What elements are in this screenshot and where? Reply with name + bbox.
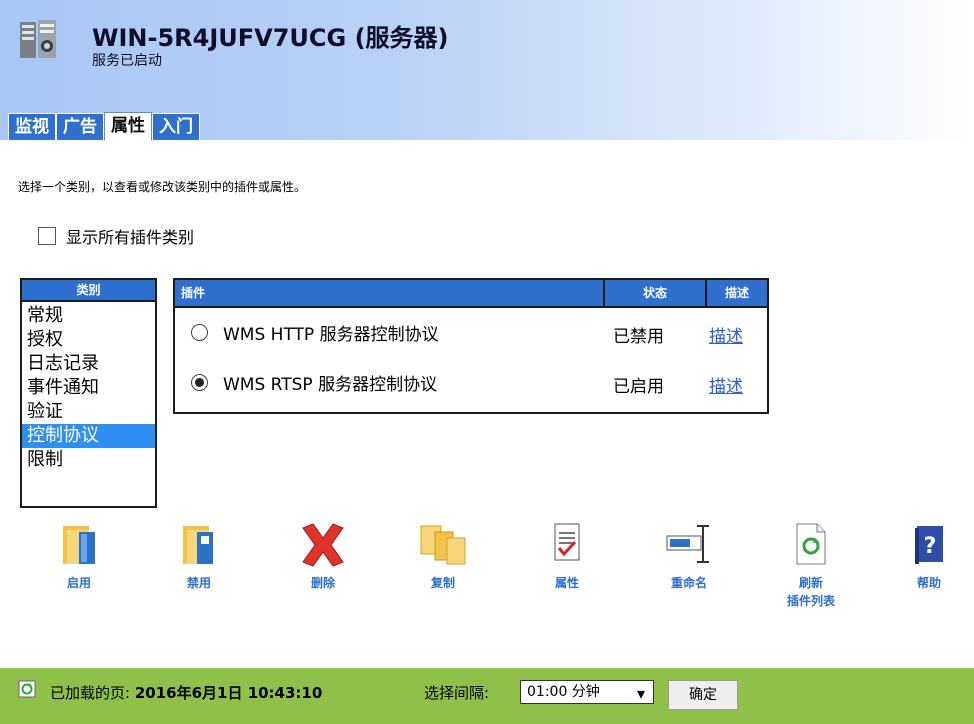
tab-properties[interactable]: 属性 <box>104 112 152 141</box>
rename-icon <box>666 525 709 563</box>
server-status: 服务已启动 <box>92 53 162 69</box>
refresh-icon <box>796 523 826 565</box>
disable-button[interactable]: 禁用 <box>154 522 244 592</box>
column-description: 描述 <box>724 286 749 300</box>
delete-label: 删除 <box>310 576 335 590</box>
plugin-status: 已禁用 <box>613 327 664 347</box>
interval-select[interactable]: 01:00 分钟 ▾ <box>520 680 654 704</box>
server-suffix: (服务器) <box>354 24 449 52</box>
category-limits[interactable]: 限制 <box>22 448 155 472</box>
disable-label: 禁用 <box>186 576 211 590</box>
delete-button[interactable]: 删除 <box>278 522 368 592</box>
category-panel: 类别 常规 授权 日志记录 事件通知 验证 控制协议 限制 <box>20 278 157 508</box>
help-icon: ? <box>915 526 943 564</box>
properties-button[interactable]: 属性 <box>522 522 612 592</box>
loaded-time: 2016年6月1日 10:43:10 <box>134 684 323 702</box>
category-control-protocol[interactable]: 控制协议 <box>22 424 155 448</box>
refresh-label-line2: 插件列表 <box>786 594 835 608</box>
category-general[interactable]: 常规 <box>22 304 155 328</box>
properties-label: 属性 <box>554 576 579 590</box>
refresh-plugin-list-button[interactable]: 刷新 插件列表 <box>766 522 856 610</box>
delete-icon <box>302 523 344 567</box>
plugin-table-header: 插件 状态 描述 <box>175 280 767 308</box>
action-toolbar: 启用 禁用 删除 复制 属性 重命名 刷新 插件列表 ? 帮助 <box>0 522 974 622</box>
plugin-status: 已启用 <box>613 377 664 397</box>
copy-label: 复制 <box>430 576 455 590</box>
properties-icon <box>554 523 580 561</box>
chevron-down-icon: ▾ <box>636 684 645 703</box>
rename-button[interactable]: 重命名 <box>644 522 734 592</box>
interval-label: 选择间隔: <box>424 684 490 702</box>
loaded-page-info: 已加载的页: 2016年6月1日 10:43:10 <box>50 682 322 703</box>
column-plugin: 插件 <box>175 280 605 306</box>
table-row[interactable]: WMS HTTP 服务器控制协议 已禁用 描述 <box>175 308 767 358</box>
help-button[interactable]: ? 帮助 <box>884 522 974 592</box>
interval-value: 01:00 分钟 <box>527 684 600 700</box>
enable-label: 启用 <box>66 576 91 590</box>
copy-icon <box>420 525 466 565</box>
plugin-name: WMS RTSP 服务器控制协议 <box>223 375 438 395</box>
page-header: WIN-5R4JUFV7UCG (服务器) 服务已启动 监视 广告 属性 入门 <box>0 0 974 141</box>
table-row[interactable]: WMS RTSP 服务器控制协议 已启用 描述 <box>175 358 767 408</box>
tab-getting-started[interactable]: 入门 <box>152 113 200 140</box>
rename-label: 重命名 <box>670 576 707 590</box>
column-status: 状态 <box>605 280 707 306</box>
ok-button[interactable]: 确定 <box>668 680 738 710</box>
disable-icon <box>183 526 213 564</box>
refresh-label-line1: 刷新 <box>798 576 823 590</box>
category-header: 类别 <box>22 280 155 302</box>
category-authorization[interactable]: 授权 <box>22 328 155 352</box>
plugin-description-link[interactable]: 描述 <box>709 322 743 347</box>
show-all-label: 显示所有插件类别 <box>66 228 195 247</box>
category-event-notification[interactable]: 事件通知 <box>22 376 155 400</box>
enable-icon <box>63 526 95 564</box>
plugin-name: WMS HTTP 服务器控制协议 <box>223 325 439 345</box>
server-icon <box>20 20 56 58</box>
tab-bar: 监视 广告 属性 入门 <box>8 110 200 141</box>
instruction-text: 选择一个类别，以查看或修改该类别中的插件或属性。 <box>18 180 307 194</box>
plugin-table: 插件 状态 描述 WMS HTTP 服务器控制协议 已禁用 描述 WMS RTS… <box>173 278 769 414</box>
server-name: WIN-5R4JUFV7UCG <box>92 24 347 52</box>
enable-button[interactable]: 启用 <box>34 522 124 592</box>
svg-text:?: ? <box>924 534 937 559</box>
server-title: WIN-5R4JUFV7UCG (服务器) <box>92 18 449 53</box>
category-authentication[interactable]: 验证 <box>22 400 155 424</box>
show-all-plugins-option[interactable]: 显示所有插件类别 <box>38 224 194 248</box>
copy-button[interactable]: 复制 <box>398 522 488 592</box>
category-list: 常规 授权 日志记录 事件通知 验证 控制协议 限制 <box>22 302 155 472</box>
refresh-label: 刷新 插件列表 <box>766 574 856 610</box>
refresh-icon[interactable] <box>18 680 36 698</box>
help-label: 帮助 <box>916 576 941 590</box>
category-logging[interactable]: 日志记录 <box>22 352 155 376</box>
status-footer: 已加载的页: 2016年6月1日 10:43:10 选择间隔: 01:00 分钟… <box>0 668 974 724</box>
tab-advertising[interactable]: 广告 <box>56 113 104 140</box>
plugin-radio[interactable] <box>191 374 208 391</box>
tab-monitor[interactable]: 监视 <box>8 113 56 140</box>
plugin-radio[interactable] <box>191 324 208 341</box>
loaded-label: 已加载的页: <box>50 684 131 702</box>
plugin-description-link[interactable]: 描述 <box>709 372 743 397</box>
show-all-checkbox[interactable] <box>38 227 56 245</box>
